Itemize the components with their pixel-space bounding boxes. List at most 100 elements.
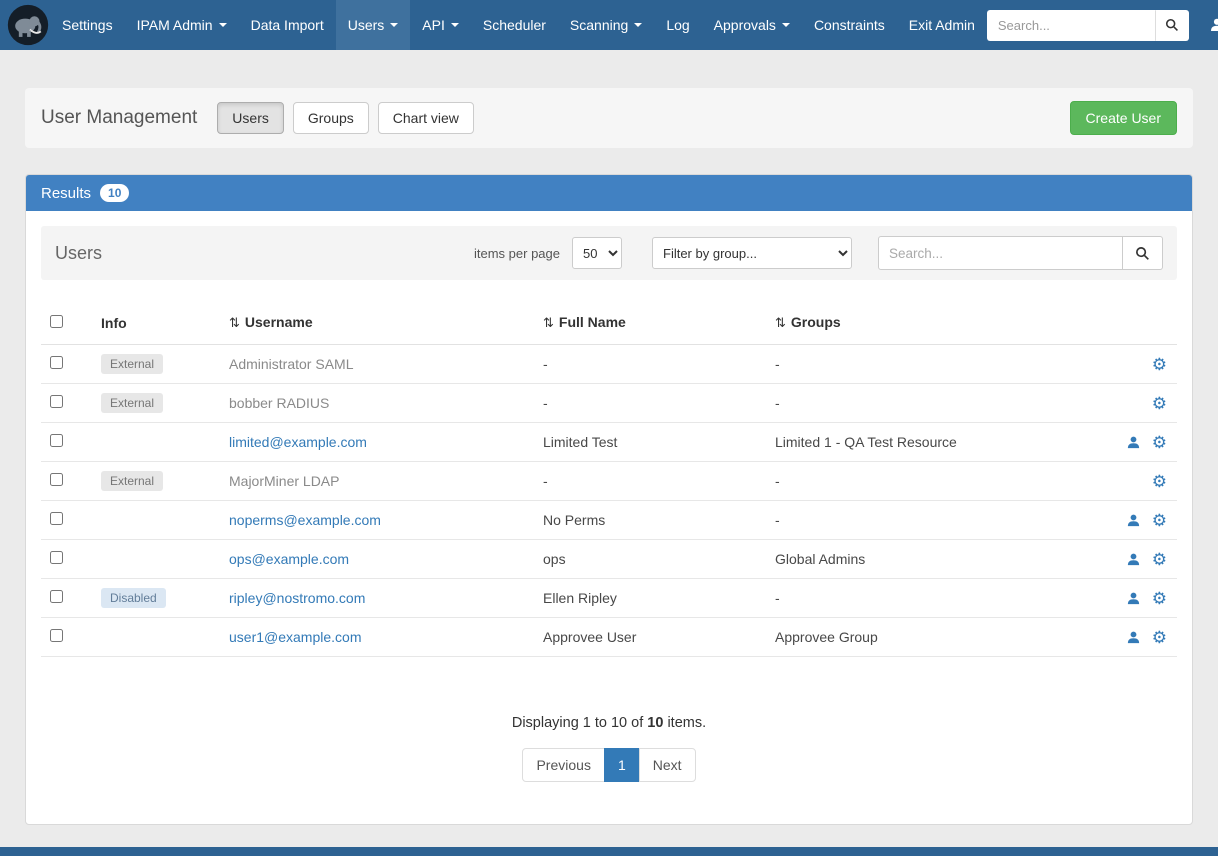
gear-icon[interactable]: ⚙ xyxy=(1152,473,1167,490)
nav-item-data-import[interactable]: Data Import xyxy=(239,0,336,50)
main-content: User Management Users Groups Chart view … xyxy=(0,50,1218,825)
items-per-page-select[interactable]: 50 xyxy=(572,237,622,269)
view-button-users[interactable]: Users xyxy=(217,102,284,134)
full-name-text: Ellen Ripley xyxy=(543,590,617,606)
username-link[interactable]: bobber RADIUS xyxy=(229,395,329,411)
group-filter-select[interactable]: Filter by group... xyxy=(652,237,852,269)
full-name-text: No Perms xyxy=(543,512,605,528)
results-count-badge: 10 xyxy=(100,184,129,202)
username-link[interactable]: ripley@nostromo.com xyxy=(229,590,365,606)
user-profile-icon[interactable] xyxy=(1126,513,1141,528)
user-menu[interactable] xyxy=(1205,0,1218,50)
results-title: Results xyxy=(41,185,91,202)
row-checkbox[interactable] xyxy=(50,473,63,486)
column-header-groups[interactable]: ⇅Groups xyxy=(761,314,1107,331)
search-icon xyxy=(1165,18,1179,32)
nav-item-scanning[interactable]: Scanning xyxy=(558,0,654,50)
sort-icon: ⇅ xyxy=(543,315,554,330)
row-checkbox[interactable] xyxy=(50,395,63,408)
nav-item-label: IPAM Admin xyxy=(137,17,213,33)
chevron-down-icon xyxy=(451,23,459,27)
user-profile-icon[interactable] xyxy=(1126,591,1141,606)
chevron-down-icon xyxy=(782,23,790,27)
username-link[interactable]: ops@example.com xyxy=(229,551,349,567)
nav-item-settings[interactable]: Settings xyxy=(50,0,125,50)
view-toggle-group: Users Groups Chart view xyxy=(217,102,474,134)
nav-item-scheduler[interactable]: Scheduler xyxy=(471,0,558,50)
chevron-down-icon xyxy=(390,23,398,27)
row-checkbox[interactable] xyxy=(50,356,63,369)
create-user-button[interactable]: Create User xyxy=(1070,101,1177,135)
select-all-checkbox[interactable] xyxy=(50,315,63,328)
table-title: Users xyxy=(55,243,102,264)
top-navbar: Settings IPAM Admin Data Import Users AP… xyxy=(0,0,1218,50)
gear-icon[interactable]: ⚙ xyxy=(1152,590,1167,607)
row-checkbox[interactable] xyxy=(50,590,63,603)
page-1-button[interactable]: 1 xyxy=(604,748,640,782)
gear-icon[interactable]: ⚙ xyxy=(1152,629,1167,646)
row-checkbox[interactable] xyxy=(50,434,63,447)
table-toolbar: Users items per page 50 Filter by group.… xyxy=(41,226,1177,280)
table-search-button[interactable] xyxy=(1123,236,1163,270)
app-logo[interactable] xyxy=(6,2,50,48)
user-profile-icon[interactable] xyxy=(1126,552,1141,567)
nav-item-label: Users xyxy=(348,17,385,33)
select-all-cell xyxy=(41,315,87,331)
column-header-username[interactable]: ⇅Username xyxy=(215,314,529,331)
global-search-button[interactable] xyxy=(1155,10,1189,41)
view-button-groups[interactable]: Groups xyxy=(293,102,369,134)
full-name-text: - xyxy=(543,356,548,372)
mammoth-logo-icon xyxy=(6,3,50,47)
table-search-input[interactable] xyxy=(878,236,1123,270)
chevron-down-icon xyxy=(634,23,642,27)
username-link[interactable]: noperms@example.com xyxy=(229,512,381,528)
column-header-full-name[interactable]: ⇅Full Name xyxy=(529,314,761,331)
row-checkbox[interactable] xyxy=(50,551,63,564)
page-title: User Management xyxy=(41,107,197,129)
gear-icon[interactable]: ⚙ xyxy=(1152,551,1167,568)
results-panel: Results 10 Users items per page 50 Filte… xyxy=(25,174,1193,825)
nav-item-approvals[interactable]: Approvals xyxy=(702,0,802,50)
table-row: External MajorMiner LDAP - - xyxy=(41,462,1177,501)
gear-icon[interactable]: ⚙ xyxy=(1152,512,1167,529)
nav-item-log[interactable]: Log xyxy=(654,0,701,50)
user-profile-icon[interactable] xyxy=(1126,435,1141,450)
full-name-text: Limited Test xyxy=(543,434,617,450)
username-link[interactable]: user1@example.com xyxy=(229,629,362,645)
table-row: External Administrator SAML - - xyxy=(41,345,1177,384)
row-checkbox[interactable] xyxy=(50,629,63,642)
pagination-summary: Displaying 1 to 10 of 10 items. xyxy=(41,715,1177,731)
table-row: noperms@example.com No Perms - xyxy=(41,501,1177,540)
next-page-button[interactable]: Next xyxy=(639,748,696,782)
username-link[interactable]: limited@example.com xyxy=(229,434,367,450)
footer-bar xyxy=(0,847,1218,856)
summary-prefix: Displaying 1 to 10 of xyxy=(512,715,647,731)
full-name-text: - xyxy=(543,395,548,411)
user-profile-icon[interactable] xyxy=(1126,630,1141,645)
nav-item-api[interactable]: API xyxy=(410,0,471,50)
status-badge: External xyxy=(101,354,163,374)
table-row: External bobber RADIUS - - xyxy=(41,384,1177,423)
view-button-chart-view[interactable]: Chart view xyxy=(378,102,474,134)
groups-text: - xyxy=(775,395,780,411)
nav-item-label: Data Import xyxy=(251,17,324,33)
table-row: limited@example.com Limited Test Limited… xyxy=(41,423,1177,462)
column-header-label: Info xyxy=(101,315,127,331)
table-search xyxy=(878,236,1163,270)
nav-item-users[interactable]: Users xyxy=(336,0,411,50)
toolbar-controls: items per page 50 Filter by group... xyxy=(474,236,1163,270)
status-badge: External xyxy=(101,393,163,413)
nav-item-constraints[interactable]: Constraints xyxy=(802,0,897,50)
previous-page-button[interactable]: Previous xyxy=(522,748,604,782)
gear-icon[interactable]: ⚙ xyxy=(1152,434,1167,451)
global-search-input[interactable] xyxy=(987,10,1155,41)
gear-icon[interactable]: ⚙ xyxy=(1152,356,1167,373)
username-link[interactable]: Administrator SAML xyxy=(229,356,353,372)
gear-icon[interactable]: ⚙ xyxy=(1152,395,1167,412)
sort-icon: ⇅ xyxy=(775,315,786,330)
row-checkbox[interactable] xyxy=(50,512,63,525)
groups-text: - xyxy=(775,473,780,489)
nav-item-ipam-admin[interactable]: IPAM Admin xyxy=(125,0,239,50)
username-link[interactable]: MajorMiner LDAP xyxy=(229,473,339,489)
nav-item-exit-admin[interactable]: Exit Admin xyxy=(897,0,987,50)
